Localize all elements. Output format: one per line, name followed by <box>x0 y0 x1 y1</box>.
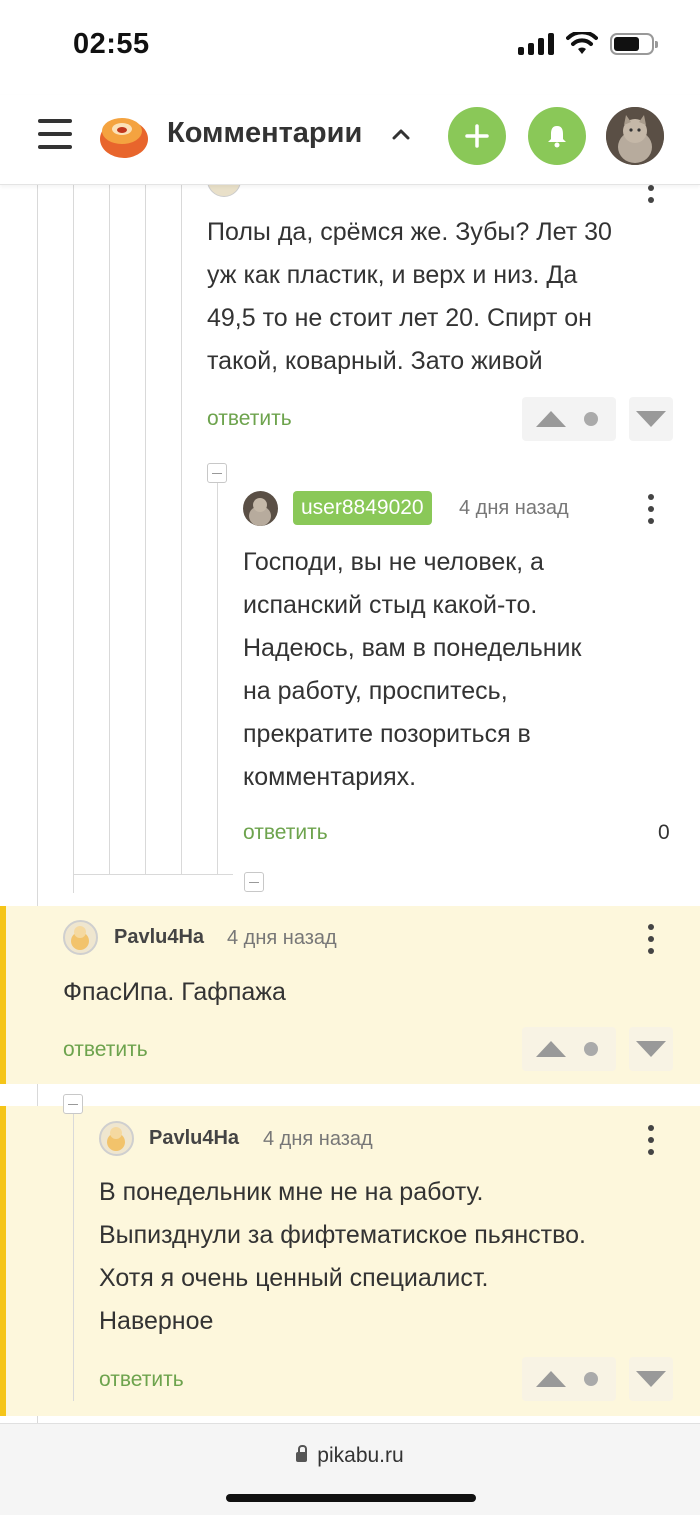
lock-icon <box>296 1445 308 1462</box>
avatar[interactable] <box>99 1121 134 1156</box>
browser-bar: pikabu.ru <box>0 1423 700 1515</box>
chevron-up-icon[interactable] <box>392 125 410 143</box>
new-comment-marker <box>0 906 6 1084</box>
collapse-button[interactable] <box>63 1094 83 1114</box>
upvote-icon[interactable] <box>536 1041 566 1057</box>
menu-icon[interactable] <box>38 119 72 149</box>
comments-area: Полы да, срёмся же. Зубы? Лет 30 уж как … <box>0 185 700 1423</box>
comment-line: Наверное <box>99 1307 214 1335</box>
more-options-icon[interactable] <box>648 924 654 954</box>
username[interactable]: Pavlu4Ha <box>149 1127 239 1150</box>
comment-text: Полы да, срёмся же. Зубы? Лет 30 уж как … <box>207 211 612 383</box>
reply-link[interactable]: ответить <box>99 1368 184 1392</box>
status-time: 02:55 <box>73 28 150 60</box>
comment-line: на работу, проспитесь, <box>243 677 508 705</box>
plus-icon <box>465 124 489 148</box>
comment-time: 4 дня назад <box>263 1128 373 1150</box>
status-bar: 02:55 <box>0 0 700 95</box>
rating-dot <box>584 1372 598 1386</box>
signal-icon <box>518 33 554 55</box>
downvote-icon <box>636 1041 666 1057</box>
reply-link[interactable]: ответить <box>243 821 328 845</box>
rating-dot <box>584 412 598 426</box>
pikabu-logo[interactable] <box>98 111 150 159</box>
avatar[interactable] <box>243 491 278 526</box>
avatar[interactable] <box>63 920 98 955</box>
comment-text: ФпасИпа. Гафпажа <box>63 971 286 1014</box>
comment-text: В понедельник мне не на работу. Выпиздну… <box>99 1171 586 1343</box>
comment-line: Полы да, срёмся же. Зубы? Лет 30 <box>207 218 612 246</box>
comment-line: 49,5 то не стоит лет 20. Спирт он <box>207 304 592 332</box>
comment-rating: 0 <box>658 821 670 844</box>
thread-line <box>73 185 74 893</box>
vote-up-box <box>522 1357 616 1401</box>
reply-link[interactable]: ответить <box>63 1038 148 1062</box>
comment-line: Надеюсь, вам в понедельник <box>243 634 582 662</box>
url-text: pikabu.ru <box>317 1444 404 1467</box>
app-header: Комментарии <box>0 95 700 185</box>
collapse-button[interactable] <box>244 872 264 892</box>
comment-line: Хотя я очень ценный специалист. <box>99 1264 489 1292</box>
upvote-icon[interactable] <box>536 1371 566 1387</box>
comment-line: Выпизднули за фифтематиское пьянство. <box>99 1221 586 1249</box>
home-indicator[interactable] <box>226 1494 476 1502</box>
vote-up-box <box>522 1027 616 1071</box>
comment-line: комментариях. <box>243 763 417 791</box>
notifications-button[interactable] <box>528 107 586 165</box>
more-options-icon[interactable] <box>648 494 654 524</box>
thread-line <box>181 185 182 875</box>
thread-line <box>109 185 110 875</box>
comment-line: уж как пластик, и верх и низ. Да <box>207 261 578 289</box>
downvote-button[interactable] <box>629 397 673 441</box>
avatar[interactable] <box>207 185 241 197</box>
comment-text: Господи, вы не человек, а испанский стыд… <box>243 541 581 799</box>
page-title[interactable]: Комментарии <box>167 117 362 150</box>
new-comment-marker <box>0 1106 6 1416</box>
comment-time: 4 дня назад <box>227 927 337 949</box>
upvote-icon[interactable] <box>536 411 566 427</box>
more-options-icon[interactable] <box>648 1125 654 1155</box>
comment-line: прекратите позориться в <box>243 720 531 748</box>
collapse-button[interactable] <box>207 463 227 483</box>
reply-link[interactable]: ответить <box>207 407 292 431</box>
comment-line: такой, коварный. Зато живой <box>207 347 543 375</box>
comment-line: ФпасИпа. Гафпажа <box>63 978 286 1006</box>
thread-line <box>73 1114 74 1401</box>
wifi-icon <box>566 32 598 54</box>
thread-line <box>217 475 218 875</box>
downvote-button[interactable] <box>629 1027 673 1071</box>
comment-time: 4 дня назад <box>459 497 569 519</box>
username[interactable]: Pavlu4Ha <box>114 926 204 949</box>
comment-line: испанский стыд какой-то. <box>243 591 538 619</box>
more-options-icon[interactable] <box>648 185 654 203</box>
downvote-icon <box>636 1371 666 1387</box>
add-post-button[interactable] <box>448 107 506 165</box>
vote-up-box <box>522 397 616 441</box>
rating-dot <box>584 1042 598 1056</box>
downvote-button[interactable] <box>629 1357 673 1401</box>
status-icons <box>518 32 658 56</box>
comment-line: Господи, вы не человек, а <box>243 548 544 576</box>
thread-line <box>145 185 146 875</box>
user-avatar[interactable] <box>606 107 664 165</box>
comment-line: В понедельник мне не на работу. <box>99 1178 484 1206</box>
username-tag[interactable]: user8849020 <box>293 491 432 525</box>
bell-icon <box>548 126 566 148</box>
thread-line <box>73 874 233 875</box>
downvote-icon <box>636 411 666 427</box>
url-bar[interactable]: pikabu.ru <box>0 1444 700 1468</box>
battery-icon <box>610 33 658 55</box>
